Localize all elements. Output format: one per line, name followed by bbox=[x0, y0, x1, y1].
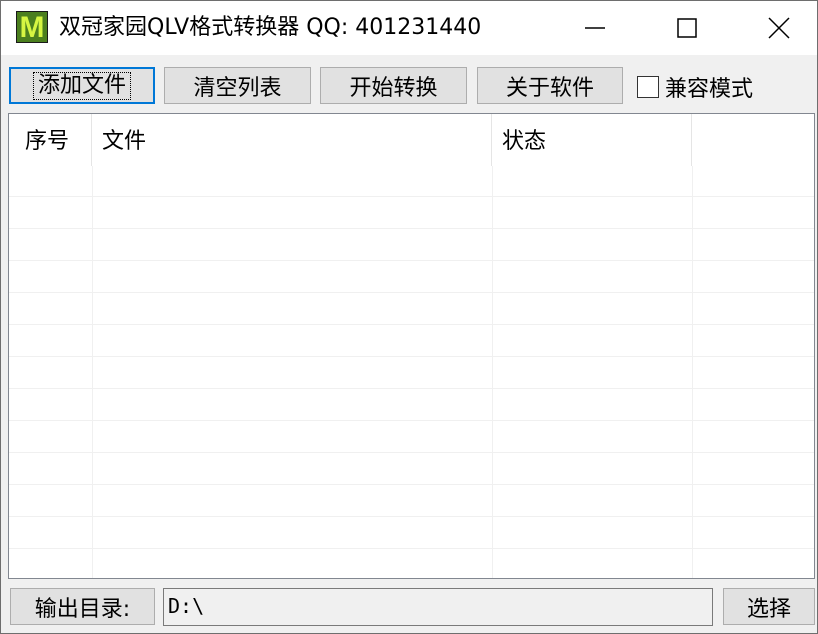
maximize-icon bbox=[677, 18, 697, 38]
about-label: 关于软件 bbox=[505, 75, 594, 101]
close-icon bbox=[768, 17, 790, 39]
output-path-field[interactable]: D:\ bbox=[163, 588, 713, 626]
column-header-extra[interactable] bbox=[692, 114, 814, 166]
title-bar[interactable]: M 双冠家园QLV格式转换器 QQ: 401231440 bbox=[1, 1, 817, 55]
output-dir-label: 输出目录: bbox=[34, 596, 131, 622]
grid-column-line bbox=[92, 166, 93, 578]
close-button[interactable] bbox=[733, 1, 818, 55]
minimize-button[interactable] bbox=[549, 1, 641, 55]
start-convert-label: 开始转换 bbox=[349, 75, 438, 101]
file-list[interactable]: 序号 文件 状态 bbox=[8, 113, 815, 579]
app-window: M 双冠家园QLV格式转换器 QQ: 401231440 添加文件 清空列表 开… bbox=[0, 0, 818, 634]
grid-row-line bbox=[9, 260, 814, 261]
grid-row-line bbox=[9, 452, 814, 453]
grid-row-line bbox=[9, 516, 814, 517]
clear-list-button[interactable]: 清空列表 bbox=[164, 67, 311, 104]
add-files-label: 添加文件 bbox=[32, 71, 132, 100]
about-button[interactable]: 关于软件 bbox=[477, 67, 623, 104]
grid-row-line bbox=[9, 548, 814, 549]
app-icon-letter: M bbox=[19, 10, 45, 44]
select-folder-label: 选择 bbox=[746, 596, 791, 622]
start-convert-button[interactable]: 开始转换 bbox=[320, 67, 467, 104]
minimize-icon bbox=[585, 27, 605, 29]
file-list-header: 序号 文件 状态 bbox=[9, 114, 814, 166]
grid-row-line bbox=[9, 228, 814, 229]
window-title: 双冠家园QLV格式转换器 QQ: 401231440 bbox=[59, 15, 482, 40]
grid-row-line bbox=[9, 356, 814, 357]
column-header-file[interactable]: 文件 bbox=[92, 114, 492, 166]
compat-mode-label: 兼容模式 bbox=[665, 77, 754, 102]
grid-column-line bbox=[492, 166, 493, 578]
maximize-button[interactable] bbox=[641, 1, 733, 55]
grid-row-line bbox=[9, 388, 814, 389]
app-icon: M bbox=[16, 11, 48, 43]
compat-mode-checkbox-box[interactable] bbox=[637, 76, 659, 98]
column-header-status[interactable]: 状态 bbox=[492, 114, 692, 166]
grid-row-line bbox=[9, 420, 814, 421]
grid-column-line bbox=[692, 166, 693, 578]
grid-row-line bbox=[9, 292, 814, 293]
compat-mode-checkbox[interactable]: 兼容模式 bbox=[637, 71, 753, 103]
select-folder-button[interactable]: 选择 bbox=[723, 588, 815, 625]
grid-row-line bbox=[9, 196, 814, 197]
clear-list-label: 清空列表 bbox=[193, 75, 282, 101]
grid-row-line bbox=[9, 484, 814, 485]
grid-row-line bbox=[9, 324, 814, 325]
column-header-index[interactable]: 序号 bbox=[9, 114, 92, 166]
output-dir-label-button: 输出目录: bbox=[10, 588, 155, 625]
add-files-button[interactable]: 添加文件 bbox=[9, 67, 155, 104]
